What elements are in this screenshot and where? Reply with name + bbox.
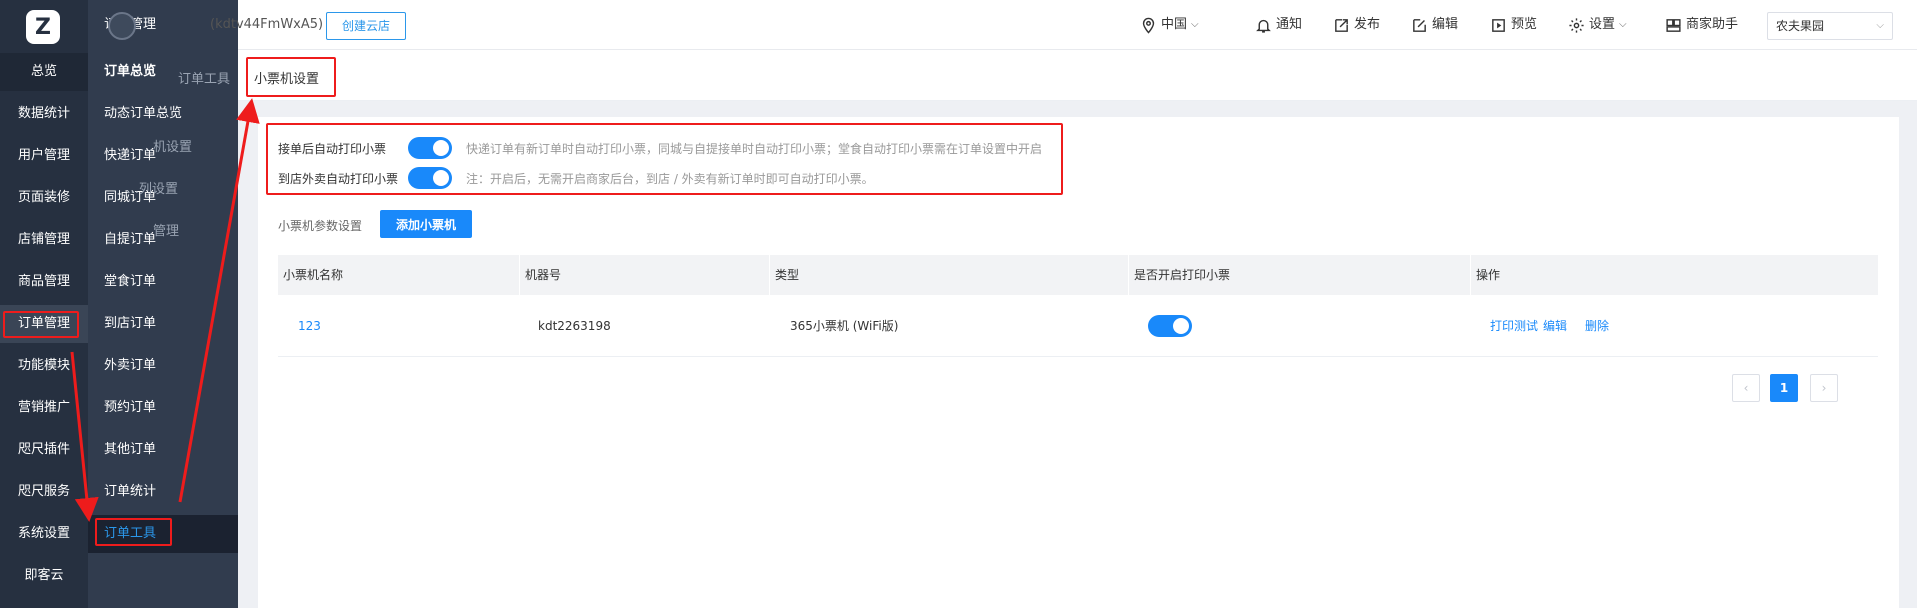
assistant-icon xyxy=(1666,18,1681,32)
publish-button[interactable]: 发布 xyxy=(1333,14,1380,36)
settings-label: 设置 xyxy=(1589,17,1616,32)
instore-print-toggle[interactable] xyxy=(408,167,452,189)
sub-nav-reservation-orders[interactable]: 预约订单 xyxy=(88,389,238,427)
next-page-button[interactable]: › xyxy=(1810,374,1838,402)
ghost-text: 订单工具 xyxy=(178,72,231,87)
col-actions: 操作 xyxy=(1476,268,1501,282)
logo-letter: Z xyxy=(35,14,51,40)
nav-item-page-design[interactable]: 页面装修 xyxy=(0,179,88,217)
add-printer-button[interactable]: 添加小票机 xyxy=(380,210,472,238)
bell-icon xyxy=(1256,19,1271,33)
shop-select[interactable]: 农夫果园 ⌵ xyxy=(1767,12,1893,40)
sub-nav-dinein-orders[interactable]: 堂食订单 xyxy=(88,263,238,301)
notify-button[interactable]: 通知 xyxy=(1255,14,1302,36)
sub-nav-takeout-orders[interactable]: 外卖订单 xyxy=(88,347,238,385)
param-settings-label: 小票机参数设置 xyxy=(278,219,363,233)
preview-button[interactable]: 预览 xyxy=(1490,14,1537,36)
nav-item-store-management[interactable]: 店铺管理 xyxy=(0,221,88,259)
ghost-text: …列设置 xyxy=(126,182,179,197)
publish-icon xyxy=(1335,18,1348,32)
col-type: 类型 xyxy=(770,255,1129,295)
store-avatar[interactable] xyxy=(108,12,136,40)
shop-id: (kdtv44FmWxA5) xyxy=(210,17,324,32)
auto-print-label: 接单后自动打印小票 xyxy=(278,141,387,156)
region-selector[interactable]: 中国 ⌵ xyxy=(1140,14,1199,36)
assistant-label: 商家助手 xyxy=(1686,17,1739,32)
col-printer-name: 小票机名称 xyxy=(278,255,520,295)
sub-nav-instore-orders[interactable]: 到店订单 xyxy=(88,305,238,343)
chevron-down-icon: ⌵ xyxy=(1619,19,1627,30)
instore-print-tip: 注：开启后，无需开启商家后台，到店 / 外卖有新订单时即可自动打印小票。 xyxy=(466,171,874,186)
shop-select-value: 农夫果园 xyxy=(1776,19,1825,33)
chevron-down-icon: ⌵ xyxy=(1876,20,1884,31)
nav-item-system-settings[interactable]: 系统设置 xyxy=(0,515,88,553)
col-print-enabled: 是否开启打印小票 xyxy=(1129,255,1471,295)
instore-print-label: 到店外卖自动打印小票 xyxy=(278,171,399,186)
create-store-button[interactable]: 创建云店 xyxy=(326,12,406,40)
nav-item-jikeyun[interactable]: 即客云 xyxy=(0,557,88,595)
machine-no-cell: kdt2263198 xyxy=(538,319,611,333)
col-machine-no: 机器号 xyxy=(520,255,770,295)
title-bar: 小票机设置 xyxy=(238,51,1917,101)
delete-link[interactable]: 删除 xyxy=(1585,313,1609,339)
sub-nav-other-orders[interactable]: 其他订单 xyxy=(88,431,238,469)
row-print-toggle[interactable] xyxy=(1148,315,1192,337)
ghost-text: …管理 xyxy=(140,224,180,239)
prev-page-button[interactable]: ‹ xyxy=(1732,374,1760,402)
nav-item-order-management[interactable]: 订单管理 xyxy=(0,305,88,343)
ghost-text: …机设置 xyxy=(140,140,193,155)
nav-item-product-management[interactable]: 商品管理 xyxy=(0,263,88,301)
nav-item-data-stats[interactable]: 数据统计 xyxy=(0,95,88,133)
auto-print-tip: 快递订单有新订单时自动打印小票，同城与自提接单时自动打印小票；堂食自动打印小票需… xyxy=(466,141,1043,156)
assistant-button[interactable]: 商家助手 xyxy=(1665,14,1738,36)
page-title: 小票机设置 xyxy=(254,72,320,87)
edit-label: 编辑 xyxy=(1432,17,1459,32)
page-1-button[interactable]: 1 xyxy=(1770,374,1798,402)
settings-button[interactable]: 设置 ⌵ xyxy=(1568,14,1627,36)
gear-icon xyxy=(1569,17,1584,33)
sub-nav-dynamic-overview[interactable]: 动态订单总览 xyxy=(88,95,238,133)
preview-label: 预览 xyxy=(1511,17,1538,32)
chevron-down-icon: ⌵ xyxy=(1191,19,1199,30)
nav-item-overview[interactable]: 总览 xyxy=(0,53,88,91)
edit-icon xyxy=(1413,18,1426,32)
app-logo[interactable]: Z xyxy=(26,10,60,44)
sub-nav-order-tools[interactable]: 订单工具 xyxy=(88,515,238,553)
printer-name-link[interactable]: 123 xyxy=(298,313,321,339)
auto-print-toggle[interactable] xyxy=(408,137,452,159)
print-test-link[interactable]: 打印测试 xyxy=(1490,313,1538,339)
main-sidebar: Z 总览 数据统计 用户管理 页面装修 店铺管理 商品管理 订单管理 功能模块 … xyxy=(0,0,88,608)
notify-label: 通知 xyxy=(1276,17,1303,32)
sub-sidebar: 订单管理 订单总览 动态订单总览 快递订单 同城订单 自提订单 堂食订单 到店订… xyxy=(88,0,238,608)
nav-item-function-modules[interactable]: 功能模块 xyxy=(0,347,88,385)
location-pin-icon xyxy=(1142,17,1155,34)
sub-nav-order-stats[interactable]: 订单统计 xyxy=(88,473,238,511)
nav-item-marketing[interactable]: 营销推广 xyxy=(0,389,88,427)
preview-icon xyxy=(1492,18,1505,32)
edit-button[interactable]: 编辑 xyxy=(1411,14,1458,36)
type-cell: 365小票机 (WiFi版) xyxy=(790,319,899,333)
instore-print-row: 到店外卖自动打印小票 注：开启后，无需开启商家后台，到店 / 外卖有新订单时即可… xyxy=(278,166,874,190)
publish-label: 发布 xyxy=(1354,17,1381,32)
row-divider xyxy=(278,356,1878,357)
region-label: 中国 xyxy=(1161,17,1188,32)
nav-item-user-management[interactable]: 用户管理 xyxy=(0,137,88,175)
nav-item-plugins[interactable]: 咫尺插件 xyxy=(0,431,88,469)
table-header: 小票机名称 机器号 类型 是否开启打印小票 操作 xyxy=(278,255,1878,295)
nav-item-services[interactable]: 咫尺服务 xyxy=(0,473,88,511)
edit-link[interactable]: 编辑 xyxy=(1543,313,1567,339)
settings-card xyxy=(258,117,1899,608)
auto-print-row: 接单后自动打印小票 快递订单有新订单时自动打印小票，同城与自提接单时自动打印小票… xyxy=(278,136,1042,160)
